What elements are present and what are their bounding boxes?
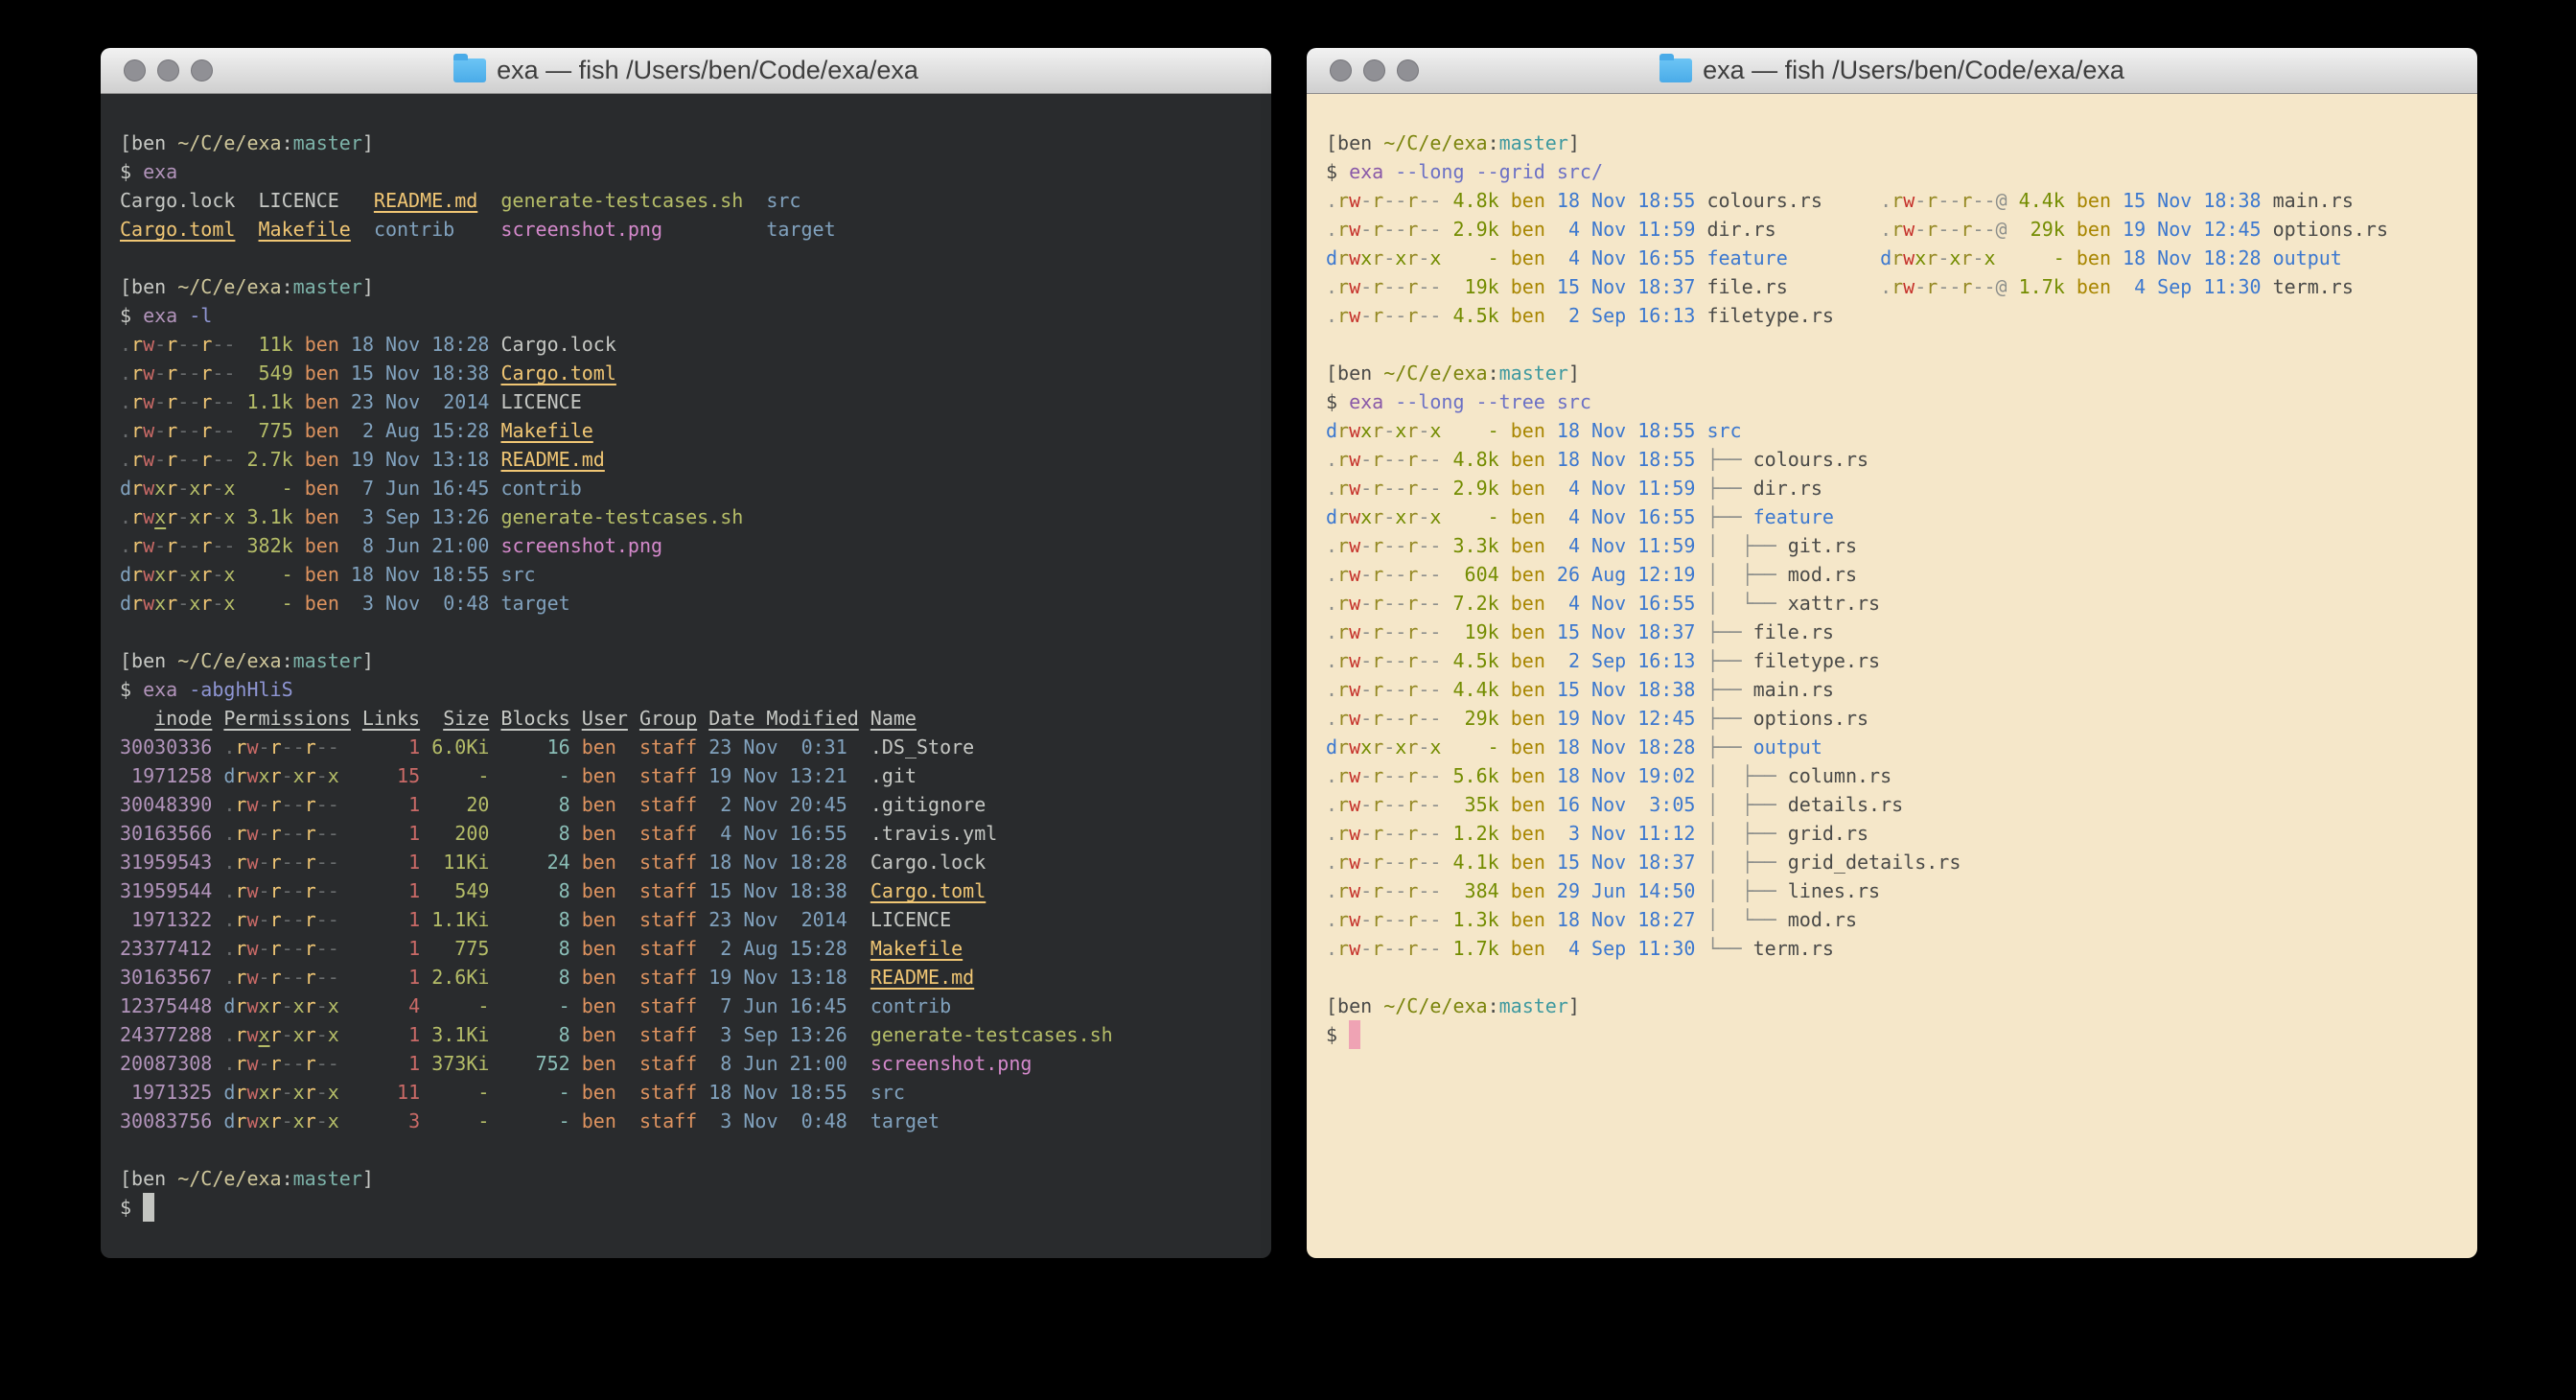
terminal-line: [ben ~/C/e/exa:master] bbox=[1326, 128, 2458, 157]
terminal-line: drwxr-xr-x - ben 18 Nov 18:28 ├── output bbox=[1326, 733, 2458, 761]
folder-icon[interactable] bbox=[1659, 58, 1692, 82]
terminal-content-right[interactable]: [ben ~/C/e/exa:master]$ exa --long --gri… bbox=[1307, 94, 2477, 1258]
zoom-button[interactable] bbox=[1397, 59, 1419, 82]
terminal-line bbox=[1326, 963, 2458, 992]
terminal-line: 1971322 .rw-r--r-- 1 1.1Ki 8 ben staff 2… bbox=[120, 905, 1252, 934]
terminal-line: .rw-r--r-- 2.7k ben 19 Nov 13:18 README.… bbox=[120, 445, 1252, 474]
terminal-line: .rw-r--r-- 35k ben 16 Nov 3:05 │ ├── det… bbox=[1326, 790, 2458, 819]
terminal-window-light: exa — fish /Users/ben/Code/exa/exa [ben … bbox=[1307, 48, 2477, 1258]
terminal-line: .rw-r--r-- 4.5k ben 2 Sep 16:13 ├── file… bbox=[1326, 646, 2458, 675]
terminal-line: [ben ~/C/e/exa:master] bbox=[120, 646, 1252, 675]
terminal-line: $ exa bbox=[120, 157, 1252, 186]
terminal-line: .rw-r--r-- 4.5k ben 2 Sep 16:13 filetype… bbox=[1326, 301, 2458, 330]
terminal-line: .rw-r--r-- 4.1k ben 15 Nov 18:37 │ ├── g… bbox=[1326, 848, 2458, 876]
terminal-line: 30030336 .rw-r--r-- 1 6.0Ki 16 ben staff… bbox=[120, 733, 1252, 761]
folder-icon[interactable] bbox=[453, 58, 486, 82]
title-bar: exa — fish /Users/ben/Code/exa/exa bbox=[1307, 48, 2477, 94]
terminal-line: $ exa --long --grid src/ bbox=[1326, 157, 2458, 186]
close-button[interactable] bbox=[1330, 59, 1352, 82]
zoom-button[interactable] bbox=[191, 59, 213, 82]
terminal-line: .rw-r--r-- 4.8k ben 18 Nov 18:55 colours… bbox=[1326, 186, 2458, 215]
terminal-line bbox=[120, 618, 1252, 646]
terminal-line: inode Permissions Links Size Blocks User… bbox=[120, 704, 1252, 733]
terminal-line: .rw-r--r-- 1.1k ben 23 Nov 2014 LICENCE bbox=[120, 387, 1252, 416]
terminal-line: drwxr-xr-x - ben 18 Nov 18:55 src bbox=[1326, 416, 2458, 445]
terminal-line bbox=[1326, 330, 2458, 359]
terminal-line: drwxr-xr-x - ben 3 Nov 0:48 target bbox=[120, 589, 1252, 618]
minimize-button[interactable] bbox=[1363, 59, 1385, 82]
traffic-lights bbox=[1330, 48, 1419, 93]
terminal-line: $ exa --long --tree src bbox=[1326, 387, 2458, 416]
terminal-line: [ben ~/C/e/exa:master] bbox=[120, 128, 1252, 157]
terminal-line: [ben ~/C/e/exa:master] bbox=[1326, 992, 2458, 1020]
desktop: { "prompt": { "user": "ben", "path": "~/… bbox=[0, 0, 2576, 1400]
terminal-line: 24377288 .rwxr-xr-x 1 3.1Ki 8 ben staff … bbox=[120, 1020, 1252, 1049]
terminal-line: 20087308 .rw-r--r-- 1 373Ki 752 ben staf… bbox=[120, 1049, 1252, 1078]
terminal-line: drwxr-xr-x - ben 18 Nov 18:55 src bbox=[120, 560, 1252, 589]
terminal-line: .rw-r--r-- 2.9k ben 4 Nov 11:59 ├── dir.… bbox=[1326, 474, 2458, 502]
terminal-line: [ben ~/C/e/exa:master] bbox=[120, 1164, 1252, 1193]
terminal-content-left[interactable]: [ben ~/C/e/exa:master]$ exaCargo.lock LI… bbox=[101, 94, 1271, 1258]
terminal-line: [ben ~/C/e/exa:master] bbox=[120, 272, 1252, 301]
terminal-line: Cargo.toml Makefile contrib screenshot.p… bbox=[120, 215, 1252, 244]
terminal-line: 12375448 drwxr-xr-x 4 - - ben staff 7 Ju… bbox=[120, 992, 1252, 1020]
terminal-line: 23377412 .rw-r--r-- 1 775 8 ben staff 2 … bbox=[120, 934, 1252, 963]
traffic-lights bbox=[124, 48, 213, 93]
terminal-line: $ bbox=[120, 1193, 1252, 1222]
terminal-line: .rw-r--r-- 4.8k ben 18 Nov 18:55 ├── col… bbox=[1326, 445, 2458, 474]
terminal-line: drwxr-xr-x - ben 7 Jun 16:45 contrib bbox=[120, 474, 1252, 502]
cursor bbox=[143, 1193, 154, 1222]
cursor bbox=[1349, 1020, 1360, 1049]
close-button[interactable] bbox=[124, 59, 146, 82]
terminal-line: $ exa -l bbox=[120, 301, 1252, 330]
terminal-line: .rw-r--r-- 2.9k ben 4 Nov 11:59 dir.rs .… bbox=[1326, 215, 2458, 244]
terminal-line: .rw-r--r-- 7.2k ben 4 Nov 16:55 │ └── xa… bbox=[1326, 589, 2458, 618]
terminal-line: drwxr-xr-x - ben 4 Nov 16:55 ├── feature bbox=[1326, 502, 2458, 531]
terminal-line: drwxr-xr-x - ben 4 Nov 16:55 feature drw… bbox=[1326, 244, 2458, 272]
terminal-line: .rwxr-xr-x 3.1k ben 3 Sep 13:26 generate… bbox=[120, 502, 1252, 531]
title-wrap: exa — fish /Users/ben/Code/exa/exa bbox=[1659, 56, 2124, 85]
terminal-line: 30048390 .rw-r--r-- 1 20 8 ben staff 2 N… bbox=[120, 790, 1252, 819]
terminal-line: .rw-r--r-- 1.7k ben 4 Sep 11:30 └── term… bbox=[1326, 934, 2458, 963]
terminal-line: .rw-r--r-- 1.2k ben 3 Nov 11:12 │ ├── gr… bbox=[1326, 819, 2458, 848]
terminal-line: [ben ~/C/e/exa:master] bbox=[1326, 359, 2458, 387]
window-title: exa — fish /Users/ben/Code/exa/exa bbox=[1703, 56, 2124, 85]
terminal-line: 31959543 .rw-r--r-- 1 11Ki 24 ben staff … bbox=[120, 848, 1252, 876]
terminal-line: $ exa -abghHliS bbox=[120, 675, 1252, 704]
terminal-line bbox=[120, 1135, 1252, 1164]
terminal-line: .rw-r--r-- 5.6k ben 18 Nov 19:02 │ ├── c… bbox=[1326, 761, 2458, 790]
terminal-line bbox=[120, 244, 1252, 272]
terminal-window-dark: exa — fish /Users/ben/Code/exa/exa [ben … bbox=[101, 48, 1271, 1258]
terminal-line: .rw-r--r-- 1.3k ben 18 Nov 18:27 │ └── m… bbox=[1326, 905, 2458, 934]
terminal-line: .rw-r--r-- 3.3k ben 4 Nov 11:59 │ ├── gi… bbox=[1326, 531, 2458, 560]
terminal-line: 1971325 drwxr-xr-x 11 - - ben staff 18 N… bbox=[120, 1078, 1252, 1107]
terminal-line: .rw-r--r-- 604 ben 26 Aug 12:19 │ ├── mo… bbox=[1326, 560, 2458, 589]
terminal-line: 30163567 .rw-r--r-- 1 2.6Ki 8 ben staff … bbox=[120, 963, 1252, 992]
window-title: exa — fish /Users/ben/Code/exa/exa bbox=[497, 56, 918, 85]
terminal-line: .rw-r--r-- 775 ben 2 Aug 15:28 Makefile bbox=[120, 416, 1252, 445]
minimize-button[interactable] bbox=[157, 59, 179, 82]
terminal-line: .rw-r--r-- 4.4k ben 15 Nov 18:38 ├── mai… bbox=[1326, 675, 2458, 704]
terminal-line: Cargo.lock LICENCE README.md generate-te… bbox=[120, 186, 1252, 215]
terminal-line: .rw-r--r-- 29k ben 19 Nov 12:45 ├── opti… bbox=[1326, 704, 2458, 733]
title-wrap: exa — fish /Users/ben/Code/exa/exa bbox=[453, 56, 918, 85]
terminal-line: 30163566 .rw-r--r-- 1 200 8 ben staff 4 … bbox=[120, 819, 1252, 848]
terminal-line: .rw-r--r-- 19k ben 15 Nov 18:37 ├── file… bbox=[1326, 618, 2458, 646]
terminal-line: .rw-r--r-- 11k ben 18 Nov 18:28 Cargo.lo… bbox=[120, 330, 1252, 359]
title-bar: exa — fish /Users/ben/Code/exa/exa bbox=[101, 48, 1271, 94]
terminal-line: 30083756 drwxr-xr-x 3 - - ben staff 3 No… bbox=[120, 1107, 1252, 1135]
terminal-line: 1971258 drwxr-xr-x 15 - - ben staff 19 N… bbox=[120, 761, 1252, 790]
terminal-line: $ bbox=[1326, 1020, 2458, 1049]
terminal-line: .rw-r--r-- 384 ben 29 Jun 14:50 │ ├── li… bbox=[1326, 876, 2458, 905]
terminal-line: .rw-r--r-- 382k ben 8 Jun 21:00 screensh… bbox=[120, 531, 1252, 560]
terminal-line: 31959544 .rw-r--r-- 1 549 8 ben staff 15… bbox=[120, 876, 1252, 905]
terminal-line: .rw-r--r-- 19k ben 15 Nov 18:37 file.rs … bbox=[1326, 272, 2458, 301]
terminal-line: .rw-r--r-- 549 ben 15 Nov 18:38 Cargo.to… bbox=[120, 359, 1252, 387]
